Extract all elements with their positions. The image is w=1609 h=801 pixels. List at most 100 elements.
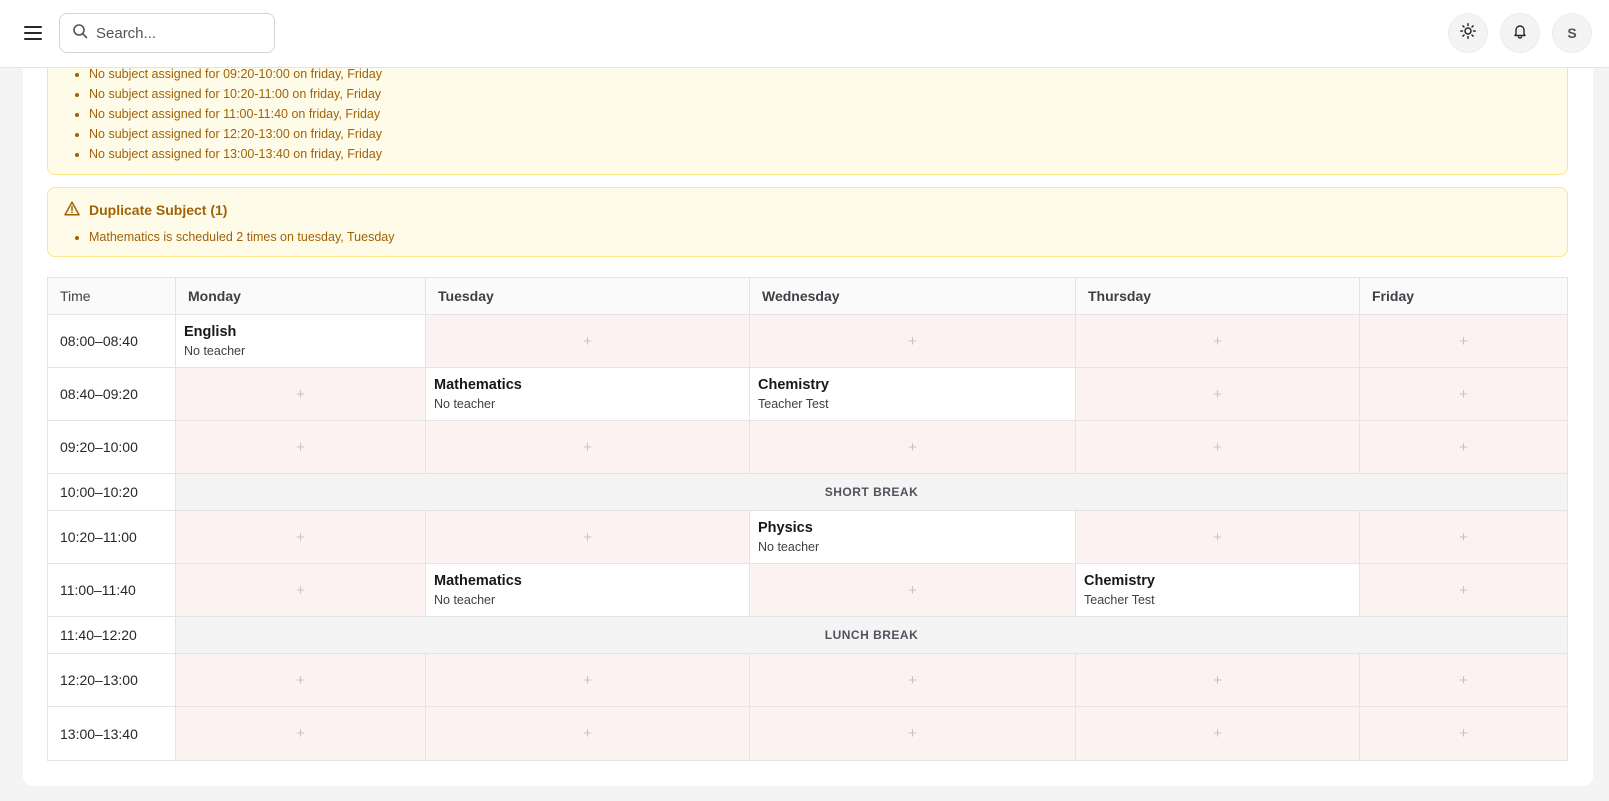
empty-slot-thursday[interactable]: + [1076, 421, 1360, 473]
time-slot-label: 13:00–13:40 [48, 707, 176, 760]
top-bar: S [0, 0, 1609, 68]
duplicate-subject-alert: Duplicate Subject (1) Mathematics is sch… [47, 187, 1568, 257]
empty-slot-tuesday[interactable]: + [426, 511, 750, 563]
lesson-cell-wednesday[interactable]: Chemistry Teacher Test [750, 368, 1076, 420]
lesson-teacher: No teacher [434, 397, 496, 411]
lesson-teacher: No teacher [758, 540, 820, 554]
empty-slot-monday[interactable]: + [176, 511, 426, 563]
empty-slot-tuesday[interactable]: + [426, 315, 750, 367]
add-lesson-plus-icon: + [1459, 438, 1468, 456]
lesson-cell-thursday[interactable]: Chemistry Teacher Test [1076, 564, 1360, 616]
lesson-subject: Mathematics [434, 573, 522, 589]
empty-slot-friday[interactable]: + [1360, 368, 1567, 420]
add-lesson-plus-icon: + [1459, 725, 1468, 742]
lesson-teacher: Teacher Test [758, 397, 829, 411]
timetable-row: 10:20–11:00 + + Physics No teacher + + [48, 511, 1567, 564]
add-lesson-plus-icon: + [296, 725, 305, 742]
avatar[interactable]: S [1552, 13, 1592, 53]
column-header-tuesday: Tuesday [426, 278, 750, 314]
add-lesson-plus-icon: + [1459, 671, 1468, 689]
notifications-button[interactable] [1500, 13, 1540, 53]
add-lesson-plus-icon: + [1459, 528, 1468, 546]
theme-toggle-button[interactable] [1448, 13, 1488, 53]
add-lesson-plus-icon: + [296, 385, 305, 403]
empty-slot-monday[interactable]: + [176, 654, 426, 706]
add-lesson-plus-icon: + [583, 725, 592, 742]
break-label: SHORT BREAK [176, 474, 1567, 510]
warning-triangle-icon [64, 201, 80, 219]
timetable: Time Monday Tuesday Wednesday Thursday F… [47, 277, 1568, 761]
add-lesson-plus-icon: + [1459, 332, 1468, 350]
empty-slot-monday[interactable]: + [176, 707, 426, 760]
search-box[interactable] [59, 13, 275, 53]
timetable-row: 11:00–11:40 + Mathematics No teacher + Chemis… [48, 564, 1567, 617]
timetable-row: 08:40–09:20 + Mathematics No teacher Chemist… [48, 368, 1567, 421]
search-input[interactable] [96, 24, 266, 42]
empty-slot-friday[interactable]: + [1360, 421, 1567, 473]
empty-slot-friday[interactable]: + [1360, 315, 1567, 367]
add-lesson-plus-icon: + [296, 671, 305, 689]
empty-slot-wednesday[interactable]: + [750, 564, 1076, 616]
break-row: 10:00–10:20 SHORT BREAK [48, 474, 1567, 511]
lesson-cell-tuesday[interactable]: Mathematics No teacher [426, 564, 750, 616]
empty-slot-thursday[interactable]: + [1076, 707, 1360, 760]
time-slot-label: 10:00–10:20 [48, 474, 176, 510]
timetable-row: 12:20–13:00 + + + + + [48, 654, 1567, 707]
add-lesson-plus-icon: + [908, 438, 917, 456]
empty-slot-friday[interactable]: + [1360, 564, 1567, 616]
lesson-cell-tuesday[interactable]: Mathematics No teacher [426, 368, 750, 420]
avatar-initial: S [1567, 25, 1577, 41]
time-slot-label: 08:40–09:20 [48, 368, 176, 420]
add-lesson-plus-icon: + [1213, 332, 1222, 350]
add-lesson-plus-icon: + [296, 528, 305, 546]
lesson-cell-wednesday[interactable]: Physics No teacher [750, 511, 1076, 563]
add-lesson-plus-icon: + [296, 438, 305, 456]
missing-subjects-list: No subject assigned for 09:20-10:00 on f… [48, 64, 382, 164]
timetable-row: 09:20–10:00 + + + + + [48, 421, 1567, 474]
empty-slot-wednesday[interactable]: + [750, 421, 1076, 473]
empty-slot-friday[interactable]: + [1360, 654, 1567, 706]
empty-slot-wednesday[interactable]: + [750, 654, 1076, 706]
add-lesson-plus-icon: + [1459, 385, 1468, 403]
empty-slot-wednesday[interactable]: + [750, 315, 1076, 367]
empty-slot-thursday[interactable]: + [1076, 368, 1360, 420]
empty-slot-wednesday[interactable]: + [750, 707, 1076, 760]
lesson-cell-monday[interactable]: English No teacher [176, 315, 426, 367]
alert-title: Duplicate Subject (1) [89, 202, 228, 218]
lesson-subject: Physics [758, 520, 813, 536]
empty-slot-monday[interactable]: + [176, 368, 426, 420]
add-lesson-plus-icon: + [908, 725, 917, 742]
column-header-time: Time [48, 278, 176, 314]
lesson-subject: Chemistry [1084, 573, 1155, 589]
time-slot-label: 08:00–08:40 [48, 315, 176, 367]
column-header-monday: Monday [176, 278, 426, 314]
lesson-subject: Chemistry [758, 377, 829, 393]
time-slot-label: 09:20–10:00 [48, 421, 176, 473]
empty-slot-monday[interactable]: + [176, 421, 426, 473]
time-slot-label: 12:20–13:00 [48, 654, 176, 706]
empty-slot-thursday[interactable]: + [1076, 511, 1360, 563]
add-lesson-plus-icon: + [1213, 438, 1222, 456]
empty-slot-thursday[interactable]: + [1076, 654, 1360, 706]
empty-slot-tuesday[interactable]: + [426, 421, 750, 473]
empty-slot-friday[interactable]: + [1360, 707, 1567, 760]
empty-slot-monday[interactable]: + [176, 564, 426, 616]
add-lesson-plus-icon: + [583, 528, 592, 546]
add-lesson-plus-icon: + [908, 581, 917, 599]
lesson-teacher: Teacher Test [1084, 593, 1155, 607]
alert-item: No subject assigned for 10:20-11:00 on f… [89, 84, 382, 104]
hamburger-menu-icon[interactable] [22, 22, 44, 44]
break-row: 11:40–12:20 LUNCH BREAK [48, 617, 1567, 654]
empty-slot-tuesday[interactable]: + [426, 707, 750, 760]
add-lesson-plus-icon: + [1459, 581, 1468, 599]
add-lesson-plus-icon: + [296, 581, 305, 599]
timetable-row: 13:00–13:40 + + + + + [48, 707, 1567, 760]
lesson-subject: Mathematics [434, 377, 522, 393]
add-lesson-plus-icon: + [1213, 528, 1222, 546]
empty-slot-thursday[interactable]: + [1076, 315, 1360, 367]
sun-icon [1460, 22, 1476, 44]
empty-slot-friday[interactable]: + [1360, 511, 1567, 563]
empty-slot-tuesday[interactable]: + [426, 654, 750, 706]
alert-item: Mathematics is scheduled 2 times on tues… [89, 227, 394, 247]
lesson-subject: English [184, 324, 237, 340]
